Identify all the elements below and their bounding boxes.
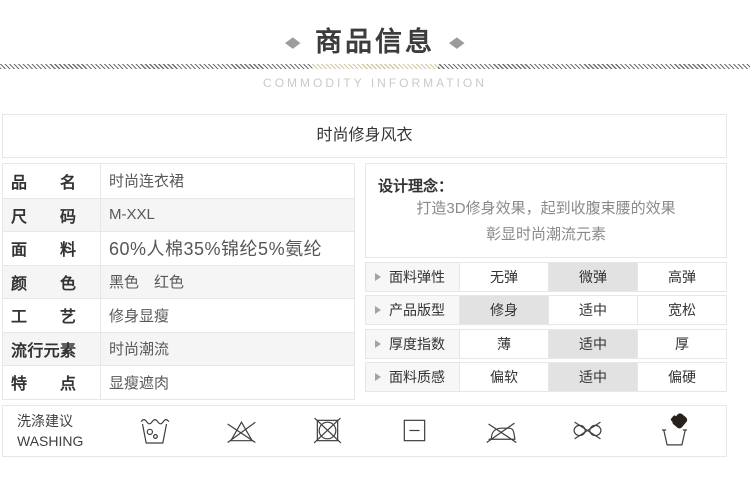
attribute-option: 无弹: [460, 263, 548, 291]
diamond-icon: ◆: [449, 35, 465, 50]
attribute-option: 薄: [460, 330, 548, 358]
do-not-tumble-dry-icon: [309, 412, 346, 449]
attribute-label: 产品版型: [366, 296, 460, 324]
product-title: 时尚修身风衣: [2, 114, 727, 158]
hand-wash-icon: [656, 412, 693, 449]
spec-label: 面料: [3, 232, 101, 265]
attribute-option: 厚: [637, 330, 726, 358]
dry-flat-icon: [396, 412, 433, 449]
spec-label: 流行元素: [3, 333, 101, 366]
design-concept-line: 彰显时尚潮流元素: [378, 222, 714, 248]
section-header: ◆ 商品信息 ◆ COMMODITY INFORMATION: [0, 0, 750, 90]
washing-advice-row: 洗涤建议 WASHING: [2, 405, 727, 457]
spec-label: 工艺: [3, 299, 101, 332]
spec-value: 60%人棉35%锦纶5%氨纶: [101, 232, 354, 265]
attribute-option: 偏硬: [637, 363, 726, 391]
spec-label: 尺码: [3, 199, 101, 232]
do-not-iron-icon: [483, 412, 520, 449]
spec-row: 面料 60%人棉35%锦纶5%氨纶: [3, 231, 354, 265]
attribute-label: 面料弹性: [366, 263, 460, 291]
design-concept-box: 设计理念： 打造3D修身效果，起到收腹束腰的效果 彰显时尚潮流元素: [365, 163, 727, 258]
spec-row: 尺码 M-XXL: [3, 198, 354, 232]
spec-value: 时尚连衣裙: [101, 164, 354, 198]
spec-value: 黑色 红色: [101, 266, 354, 299]
arrow-right-icon: [375, 273, 381, 281]
page-title: 商品信息: [315, 29, 435, 56]
spec-label: 颜色: [3, 266, 101, 299]
diamond-icon: ◆: [285, 35, 301, 50]
arrow-right-icon: [375, 373, 381, 381]
attribute-option: 高弹: [637, 263, 726, 291]
attribute-row-thickness: 厚度指数 薄 适中 厚: [365, 329, 727, 359]
hatch-divider: [0, 64, 750, 69]
attribute-label: 厚度指数: [366, 330, 460, 358]
spec-value: 修身显瘦: [101, 299, 354, 332]
header-title-row: ◆ 商品信息 ◆: [0, 24, 750, 60]
spec-label: 特点: [3, 366, 101, 399]
washing-label-en: WASHING: [17, 431, 111, 451]
attribute-option: 宽松: [637, 296, 726, 324]
attribute-row-fit: 产品版型 修身 适中 宽松: [365, 295, 727, 325]
attribute-label-text: 产品版型: [389, 300, 445, 320]
spec-value: 显瘦遮肉: [101, 366, 354, 399]
do-not-bleach-icon: [223, 412, 260, 449]
attribute-label-text: 面料弹性: [389, 267, 445, 287]
attribute-option: 适中: [548, 296, 637, 324]
spec-value: M-XXL: [101, 199, 354, 232]
attribute-option: 修身: [460, 296, 548, 324]
spec-label: 品名: [3, 164, 101, 198]
attribute-row-elasticity: 面料弹性 无弹 微弹 高弹: [365, 262, 727, 292]
arrow-right-icon: [375, 306, 381, 314]
attribute-row-texture: 面料质感 偏软 适中 偏硬: [365, 362, 727, 392]
washing-label: 洗涤建议 WASHING: [3, 411, 111, 451]
attribute-option: 适中: [548, 363, 637, 391]
design-concept-line: 打造3D修身效果，起到收腹束腰的效果: [378, 196, 714, 222]
washing-icons: [111, 412, 726, 449]
product-info-panel: 时尚修身风衣 品名 时尚连衣裙 尺码 M-XXL 面料 60%人棉35%锦纶5%…: [2, 114, 727, 457]
attribute-label-text: 面料质感: [389, 367, 445, 387]
wash-basin-icon: [136, 412, 173, 449]
attribute-option: 偏软: [460, 363, 548, 391]
spec-row: 特点 显瘦遮肉: [3, 365, 354, 399]
header-subtitle: COMMODITY INFORMATION: [0, 76, 750, 90]
do-not-wring-icon: [569, 412, 606, 449]
spec-row: 工艺 修身显瘦: [3, 298, 354, 332]
design-concept-heading: 设计理念：: [378, 175, 714, 196]
spec-table: 品名 时尚连衣裙 尺码 M-XXL 面料 60%人棉35%锦纶5%氨纶 颜色 黑…: [2, 163, 355, 400]
attribute-option: 适中: [548, 330, 637, 358]
spec-row: 流行元素 时尚潮流: [3, 332, 354, 366]
washing-label-cn: 洗涤建议: [17, 411, 111, 431]
attribute-label: 面料质感: [366, 363, 460, 391]
attribute-label-text: 厚度指数: [389, 334, 445, 354]
hatch-divider-center: [312, 64, 438, 69]
spec-row: 品名 时尚连衣裙: [3, 164, 354, 198]
spec-row: 颜色 黑色 红色: [3, 265, 354, 299]
attribute-option: 微弹: [548, 263, 637, 291]
spec-value: 时尚潮流: [101, 333, 354, 366]
arrow-right-icon: [375, 340, 381, 348]
